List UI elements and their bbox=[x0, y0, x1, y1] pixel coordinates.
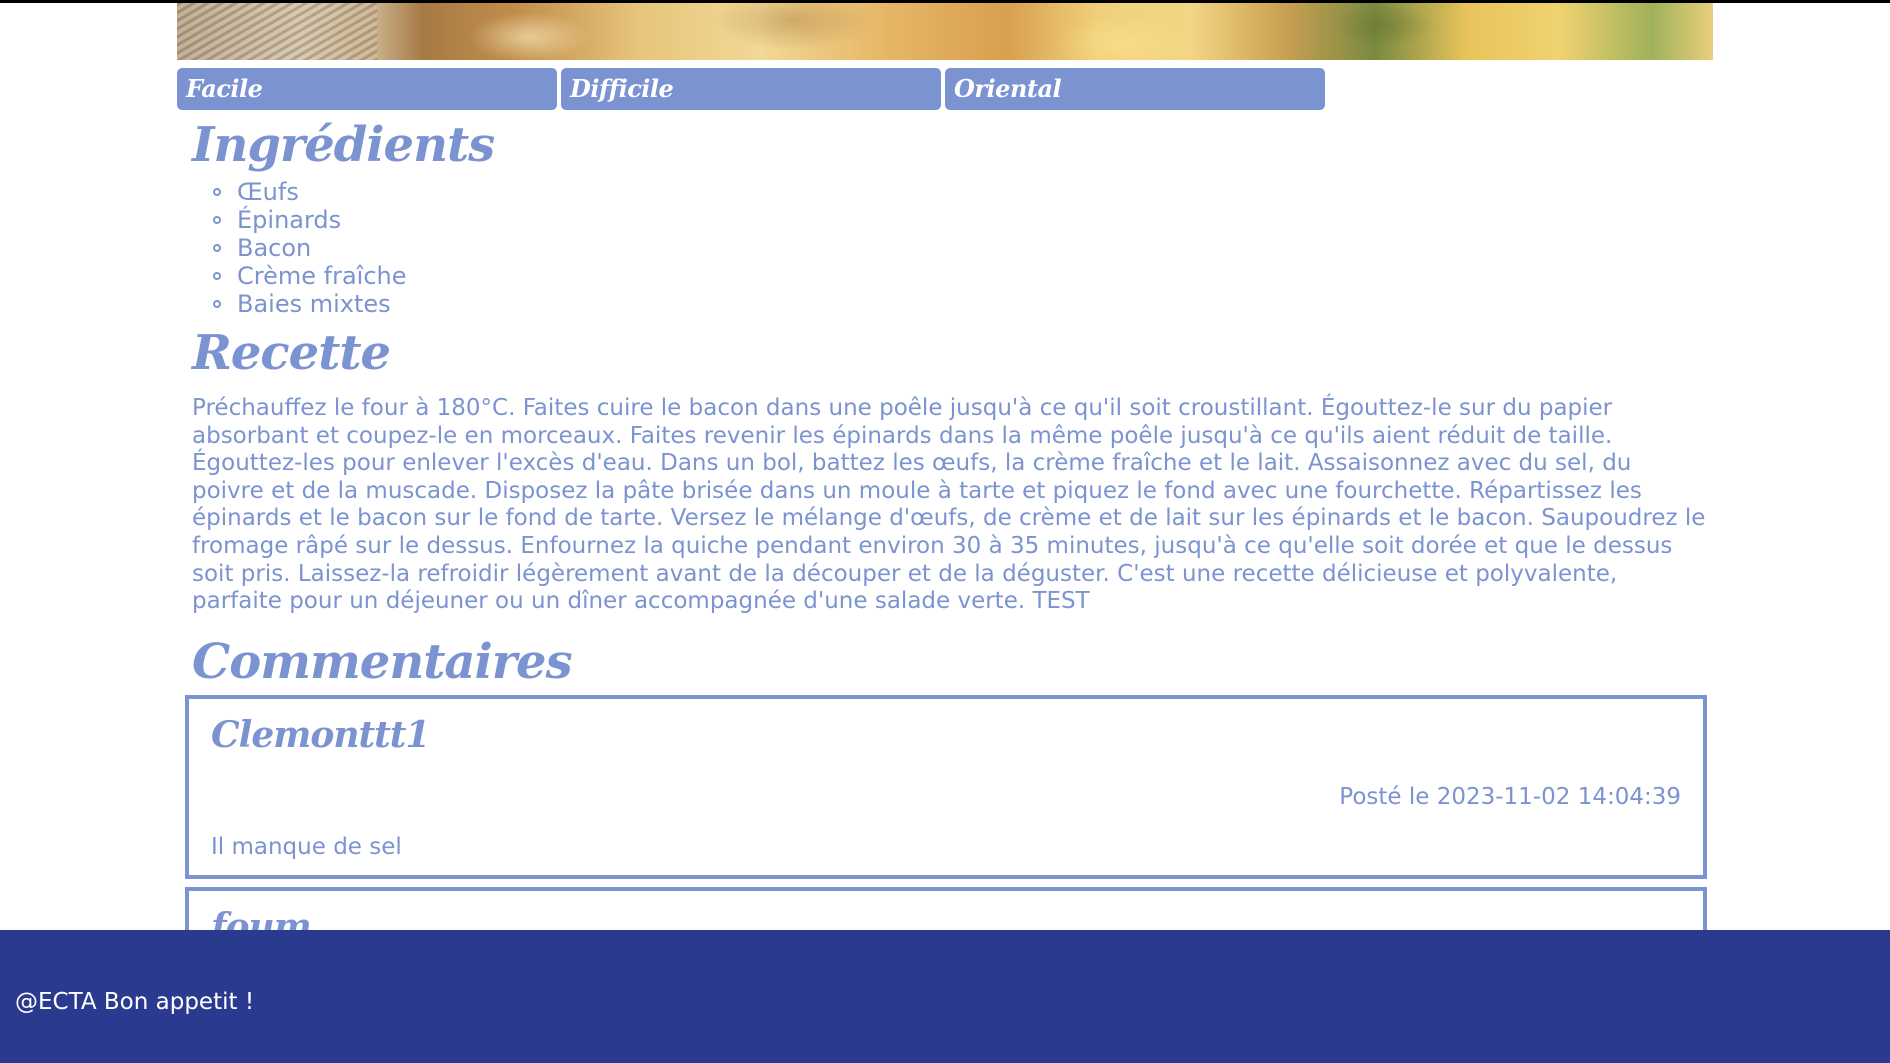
tab-facile[interactable]: Facile bbox=[177, 68, 557, 110]
recipe-heading: Recette bbox=[192, 325, 391, 381]
list-item: Bacon bbox=[213, 234, 407, 262]
footer: @ECTA Bon appetit ! bbox=[0, 930, 1890, 1063]
comment-body: Il manque de sel bbox=[211, 834, 402, 860]
recipe-instructions: Préchauffez le four à 180°C. Faites cuir… bbox=[192, 395, 1706, 615]
footer-text: @ECTA Bon appetit ! bbox=[15, 989, 255, 1015]
comment-card: Clemonttt1 Posté le 2023-11-02 14:04:39 … bbox=[185, 695, 1707, 879]
list-item: Crème fraîche bbox=[213, 262, 407, 290]
comment-author: Clemonttt1 bbox=[211, 714, 430, 756]
list-item: Œufs bbox=[213, 178, 407, 206]
comments-heading: Commentaires bbox=[192, 634, 573, 690]
comment-date: Posté le 2023-11-02 14:04:39 bbox=[1339, 784, 1681, 810]
tab-difficile[interactable]: Difficile bbox=[561, 68, 941, 110]
ingredients-list: Œufs Épinards Bacon Crème fraîche Baies … bbox=[213, 178, 407, 318]
header-banner-image bbox=[177, 3, 1713, 60]
banner-texture bbox=[177, 3, 377, 60]
list-item: Baies mixtes bbox=[213, 290, 407, 318]
tab-oriental[interactable]: Oriental bbox=[945, 68, 1325, 110]
list-item: Épinards bbox=[213, 206, 407, 234]
ingredients-heading: Ingrédients bbox=[192, 117, 495, 173]
banner-food-detail bbox=[397, 3, 1713, 60]
